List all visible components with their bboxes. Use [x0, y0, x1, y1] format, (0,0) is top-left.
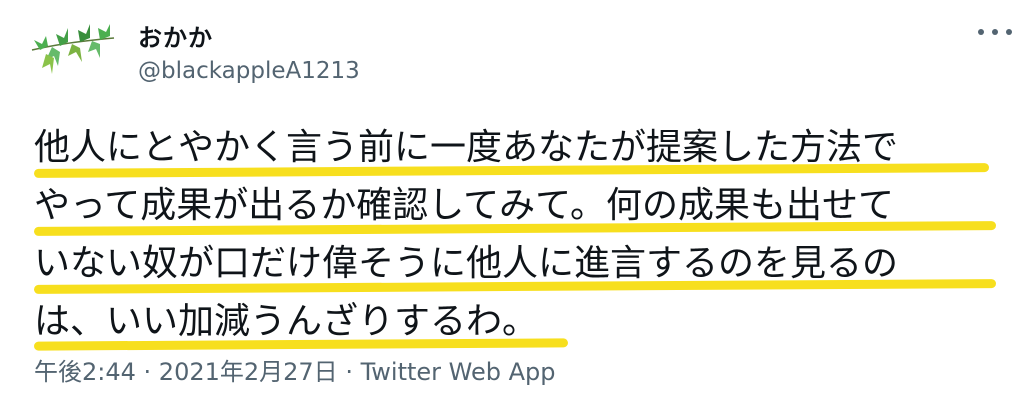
- user-handle[interactable]: @blackappleA1213: [138, 58, 360, 84]
- tweet-line: は、いい加減うんざりするわ。: [33, 300, 1004, 358]
- dot: [978, 29, 984, 35]
- tweet-line: 他人にとやかく言う前に一度あなたが提案した方法で: [33, 126, 1004, 184]
- meta-separator: ·: [135, 358, 159, 386]
- tweet-date[interactable]: 2021年2月27日: [159, 358, 338, 386]
- tweet-card: おかか @blackappleA1213 他人にとやかく言う前に一度あなたが提案…: [0, 0, 1030, 408]
- tweet-line: いない奴が口だけ偉そうに他人に進言するのを見るの: [33, 242, 1004, 300]
- more-dots-icon[interactable]: [978, 22, 1012, 42]
- tweet-time[interactable]: 午後2:44: [34, 358, 136, 386]
- source-app-link[interactable]: Twitter Web App: [361, 358, 556, 386]
- ivy-leaves-icon: [31, 24, 115, 74]
- dot: [992, 29, 998, 35]
- tweet-meta: 午後2:44 · 2021年2月27日 · Twitter Web App: [34, 352, 555, 387]
- tweet-line: やって成果が出るか確認してみて。何の成果も出せて: [33, 184, 1004, 242]
- display-name[interactable]: おかか: [138, 18, 213, 53]
- avatar[interactable]: [30, 20, 116, 76]
- tweet-line-text: 他人にとやかく言う前に一度あなたが提案した方法で: [34, 127, 899, 168]
- tweet-line-text: は、いい加減うんざりするわ。: [34, 301, 539, 342]
- tweet-line-text: やって成果が出るか確認してみて。何の成果も出せて: [34, 185, 895, 226]
- tweet-line-text: いない奴が口だけ偉そうに他人に進言するのを見るの: [34, 243, 899, 284]
- dot: [1006, 29, 1012, 35]
- meta-separator: ·: [337, 358, 361, 386]
- tweet-text: 他人にとやかく言う前に一度あなたが提案した方法で やって成果が出るか確認してみて…: [33, 126, 1004, 358]
